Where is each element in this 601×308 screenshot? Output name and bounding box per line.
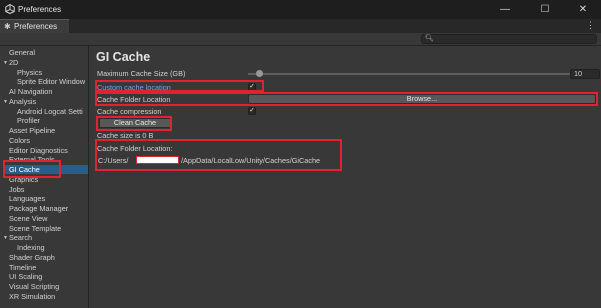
sidebar-item-label: General	[9, 48, 35, 57]
minimize-button[interactable]: —	[488, 0, 522, 19]
sidebar-item-label: Indexing	[17, 243, 45, 252]
sidebar-item-label: External Tools	[9, 155, 55, 165]
sidebar-item-label: Asset Pipeline	[9, 126, 56, 135]
cache-compression-checkbox[interactable]: ✓	[248, 107, 256, 115]
sidebar-item-editor-diagnostics[interactable]: Editor Diagnostics	[9, 146, 68, 155]
sidebar-item-physics[interactable]: Physics	[17, 68, 42, 77]
slider-thumb[interactable]	[256, 70, 263, 77]
search-row: 🔍︎	[0, 33, 601, 46]
sidebar-item-sprite-editor-window[interactable]: Sprite Editor Window	[17, 77, 85, 86]
sidebar-item-label: Profiler	[17, 116, 41, 126]
sidebar-item-label: Scene View	[9, 213, 48, 223]
sidebar-item-label: UI Scaling	[9, 272, 43, 282]
sidebar-item-package-manager[interactable]: Package Manager	[9, 204, 68, 213]
sidebar-item-ui-scaling[interactable]: UI Scaling	[9, 272, 42, 281]
cache-path-prefix: C:/Users/	[98, 156, 129, 165]
sidebar-item-graphics[interactable]: Graphics	[9, 175, 38, 184]
close-button[interactable]: ✕	[566, 0, 600, 19]
sidebar-item-label: Sprite Editor Window	[17, 77, 86, 87]
sidebar-item-label: Android Logcat Setti	[17, 106, 83, 116]
tab-preferences[interactable]: ✱ Preferences	[0, 19, 69, 33]
window-title: Preferences	[18, 5, 62, 14]
sidebar-item-colors[interactable]: Colors	[9, 136, 30, 145]
sidebar-item-label: Timeline	[9, 262, 37, 272]
sidebar-item-label: Physics	[17, 67, 43, 77]
sidebar-item-xr-simulation[interactable]: XR Simulation	[9, 292, 55, 301]
sidebar-item-label: Jobs	[9, 184, 25, 194]
sidebar-item-label: Analysis	[9, 96, 37, 106]
sidebar-item-label: 2D	[9, 57, 19, 67]
sidebar-item-label: Editor Diagnostics	[9, 145, 68, 155]
search-input[interactable]: 🔍︎	[421, 34, 597, 44]
more-options-icon[interactable]: ⋮	[586, 20, 595, 31]
max-cache-size-label: Maximum Cache Size (GB)	[97, 69, 186, 78]
sidebar-item-label: GI Cache	[9, 165, 40, 174]
sidebar-item-label: Colors	[9, 135, 31, 145]
sidebar: General ▼2D Physics Sprite Editor Window AI …	[0, 46, 89, 308]
sidebar-item-label: Graphics	[9, 174, 39, 184]
custom-cache-location-label: Custom cache location	[97, 83, 171, 92]
page-title: GI Cache	[96, 50, 151, 64]
sidebar-item-label: Search	[9, 233, 33, 243]
cache-compression-label: Cache compression	[97, 107, 162, 116]
sidebar-item-label: Scene Template	[9, 223, 62, 233]
sidebar-item-analysis[interactable]: ▼Analysis	[3, 97, 36, 106]
sidebar-item-languages[interactable]: Languages	[9, 194, 45, 203]
sidebar-item-jobs[interactable]: Jobs	[9, 185, 24, 194]
title-bar: Preferences — ☐ ✕	[0, 0, 601, 19]
custom-cache-location-checkbox[interactable]: ✓	[248, 83, 256, 91]
cache-path-suffix: /AppData/LocalLow/Unity/Caches/GiCache	[181, 156, 321, 165]
unity-logo-icon	[5, 4, 15, 14]
browse-button[interactable]: Browse...	[248, 94, 596, 104]
clean-cache-button[interactable]: Clean Cache	[99, 118, 171, 128]
cache-size-text: Cache size is 0 B	[97, 131, 154, 140]
sidebar-item-search[interactable]: ▼Search	[3, 233, 32, 242]
gear-icon: ✱	[4, 22, 11, 31]
sidebar-item-gi-cache[interactable]: GI Cache	[4, 165, 88, 174]
sidebar-item-general[interactable]: General	[9, 48, 35, 57]
sidebar-item-asset-pipeline[interactable]: Asset Pipeline	[9, 126, 55, 135]
maximize-button[interactable]: ☐	[528, 0, 562, 19]
sidebar-item-label: AI Navigation	[9, 87, 53, 96]
sidebar-item-label: Visual Scripting	[9, 282, 60, 291]
sidebar-item-label: Shader Graph	[9, 252, 55, 262]
sidebar-item-android-logcat-setti[interactable]: Android Logcat Setti	[17, 107, 83, 116]
main-panel: GI Cache Maximum Cache Size (GB) 10 Cust…	[90, 46, 601, 308]
max-cache-size-slider[interactable]	[248, 73, 570, 75]
sidebar-item-external-tools[interactable]: External Tools	[9, 155, 55, 164]
cache-folder-location-label: Cache Folder Location	[97, 95, 171, 104]
redacted-username	[136, 156, 179, 164]
sidebar-item-label: XR Simulation	[9, 291, 56, 301]
sidebar-item-scene-template[interactable]: Scene Template	[9, 224, 61, 233]
sidebar-item-label: Package Manager	[9, 204, 69, 213]
sidebar-item-2d[interactable]: ▼2D	[3, 58, 18, 67]
tab-label: Preferences	[14, 22, 58, 31]
sidebar-item-timeline[interactable]: Timeline	[9, 263, 36, 272]
tab-bar: ✱ Preferences ⋮	[0, 19, 601, 33]
sidebar-item-indexing[interactable]: Indexing	[17, 243, 45, 252]
sidebar-item-scene-view[interactable]: Scene View	[9, 214, 47, 223]
sidebar-item-ai-navigation[interactable]: AI Navigation	[9, 87, 52, 96]
search-icon: 🔍︎	[425, 35, 434, 42]
sidebar-item-profiler[interactable]: Profiler	[17, 116, 40, 125]
sidebar-item-visual-scripting[interactable]: Visual Scripting	[9, 282, 59, 291]
cache-folder-location-header: Cache Folder Location:	[97, 144, 173, 153]
sidebar-item-label: Languages	[9, 194, 46, 204]
max-cache-size-field[interactable]: 10	[570, 69, 600, 79]
sidebar-item-shader-graph[interactable]: Shader Graph	[9, 253, 55, 262]
